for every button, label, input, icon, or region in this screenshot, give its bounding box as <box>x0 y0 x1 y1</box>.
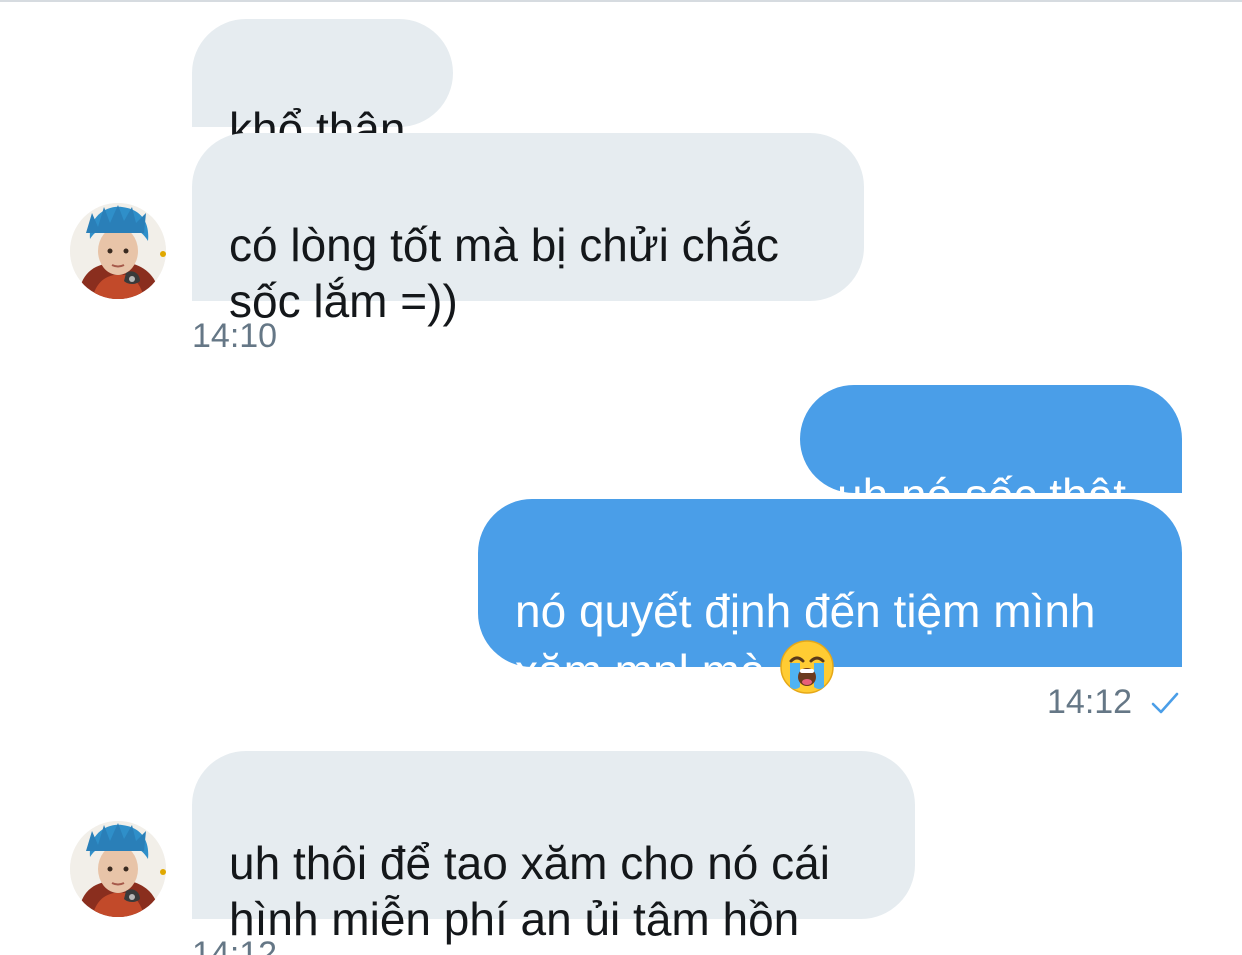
message-timestamp: 14:12 <box>1047 683 1133 721</box>
message-bubble-incoming[interactable]: uh thôi để tao xăm cho nó cái hình miễn … <box>192 751 915 945</box>
avatar-badge-icon <box>160 869 166 875</box>
message-bubble-outgoing[interactable]: uh nó sốc thật <box>800 385 1182 521</box>
avatar-image <box>70 203 166 299</box>
message-bubble-incoming[interactable]: khổ thân <box>192 19 453 155</box>
check-icon <box>1151 692 1179 714</box>
message-timestamp: 14:12 <box>192 935 278 955</box>
loudly-crying-face-icon <box>779 639 835 707</box>
message-bubble-outgoing[interactable]: nó quyết định đến tiệm mình xăm mnl mà <box>478 499 1182 697</box>
message-bubble-incoming[interactable]: có lòng tốt mà bị chửi chắc sốc lắm =)) <box>192 133 864 327</box>
avatar[interactable] <box>70 821 166 917</box>
avatar[interactable] <box>70 203 166 299</box>
dm-conversation-view: khổ thân có lòng tốt mà bị chửi chắc sốc… <box>0 0 1242 955</box>
message-text: có lòng tốt mà bị chửi chắc sốc lắm =)) <box>229 219 779 327</box>
avatar-image <box>70 821 166 917</box>
header-divider <box>0 0 1242 2</box>
avatar-badge-icon <box>160 251 166 257</box>
message-text: uh thôi để tao xăm cho nó cái hình miễn … <box>229 837 830 945</box>
message-timestamp: 14:10 <box>192 317 278 355</box>
